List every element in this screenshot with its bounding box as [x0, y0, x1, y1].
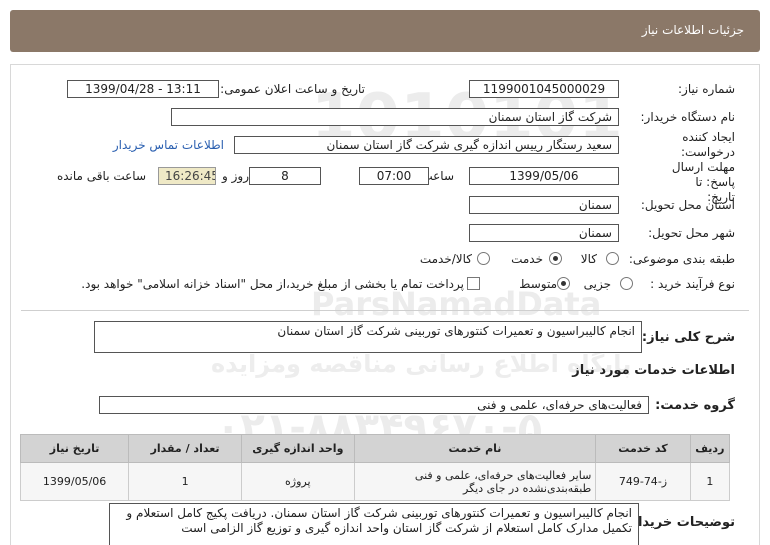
- category-service-radio[interactable]: [549, 252, 562, 265]
- cell-qty: 1: [128, 462, 242, 501]
- cell-name: سایر فعالیت‌های حرفه‌ای، علمی و فنی طبقه…: [353, 462, 597, 501]
- category-goods-radio[interactable]: [606, 252, 619, 265]
- services-table: ردیف کد خدمت نام خدمت واحد اندازه گیری ت…: [19, 434, 731, 501]
- service-group-label: گروه خدمت:: [655, 398, 735, 413]
- deadline-time-field: 07:00: [359, 167, 429, 185]
- days-field: 8: [249, 167, 321, 185]
- cell-unit: پروژه: [240, 462, 355, 501]
- col-code-header: کد خدمت: [595, 434, 691, 463]
- remaining-label: ساعت باقی مانده: [56, 169, 146, 183]
- process-minor-label: جزیی: [583, 277, 611, 291]
- province-field: سمنان: [469, 196, 619, 214]
- col-date-header: تاریخ نیاز: [19, 434, 130, 463]
- col-name-header: نام خدمت: [353, 434, 597, 463]
- cell-date: 1399/05/06: [19, 462, 130, 501]
- cell-row: 1: [689, 462, 731, 501]
- category-label: طبقه بندی موضوعی:: [628, 252, 735, 266]
- page-header: جزئیات اطلاعات نیاز: [10, 10, 760, 52]
- process-label: نوع فرآیند خرید :: [650, 277, 735, 291]
- summary-field: انجام کالیبراسیون و تعمیرات کنتورهای تور…: [94, 321, 642, 353]
- treasury-payment-note: پرداخت تمام یا بخشی از مبلغ خرید،از محل …: [81, 277, 464, 291]
- page-title: جزئیات اطلاعات نیاز: [641, 23, 744, 37]
- summary-label: شرح کلی نیاز:: [641, 330, 735, 345]
- category-goods-label: کالا: [580, 252, 597, 266]
- service-group-field: فعالیت‌های حرفه‌ای، علمی و فنی: [99, 396, 649, 414]
- remaining-time-field: 16:26:45: [158, 167, 216, 185]
- category-goods-service-radio[interactable]: [477, 252, 490, 265]
- cell-code: ز-74-749: [595, 462, 691, 501]
- creator-label: ایجاد کننده درخواست:: [681, 130, 735, 159]
- contact-info-link[interactable]: اطلاعات تماس خریدار: [113, 138, 224, 152]
- need-number-field: 1199001045000029: [469, 80, 619, 98]
- days-label: روز و: [222, 169, 249, 183]
- buyer-field: شرکت گاز استان سمنان: [171, 108, 619, 126]
- col-row-header: ردیف: [689, 434, 731, 463]
- table-row: 1 ز-74-749 سایر فعالیت‌های حرفه‌ای، علمی…: [19, 462, 731, 501]
- treasury-payment-checkbox[interactable]: [467, 277, 480, 290]
- category-service-label: خدمت: [511, 252, 543, 266]
- process-minor-radio[interactable]: [620, 277, 633, 290]
- deadline-date-field: 1399/05/06: [469, 167, 619, 185]
- process-medium-label: متوسط: [519, 277, 557, 291]
- city-field: سمنان: [469, 224, 619, 242]
- need-number-label: شماره نیاز:: [678, 82, 735, 96]
- col-qty-header: تعداد / مقدار: [128, 434, 242, 463]
- announce-label: تاریخ و ساعت اعلان عمومی:: [220, 82, 365, 96]
- creator-field: سعید رستگار رییس اندازه گیری شرکت گاز اس…: [234, 136, 619, 154]
- buyer-notes-label: توضیحات خریدار:: [625, 515, 735, 530]
- table-header-row: ردیف کد خدمت نام خدمت واحد اندازه گیری ت…: [19, 434, 731, 463]
- city-label: شهر محل تحویل:: [648, 226, 735, 240]
- divider: [21, 310, 749, 311]
- province-label: استان محل تحویل:: [640, 198, 735, 212]
- col-unit-header: واحد اندازه گیری: [240, 434, 355, 463]
- category-goods-service-label: کالا/خدمت: [419, 252, 472, 266]
- watermark-portal: پایگاه اطلاع رسانی مناقصه ومزایده: [211, 350, 632, 378]
- services-section-title: اطلاعات خدمات مورد نیاز: [572, 363, 735, 378]
- buyer-notes-field: انجام کالیبراسیون و تعمیرات کنتورهای تور…: [109, 503, 639, 545]
- buyer-label: نام دستگاه خریدار:: [640, 110, 736, 124]
- announce-field: 1399/04/28 - 13:11: [67, 80, 219, 98]
- process-medium-radio[interactable]: [557, 277, 570, 290]
